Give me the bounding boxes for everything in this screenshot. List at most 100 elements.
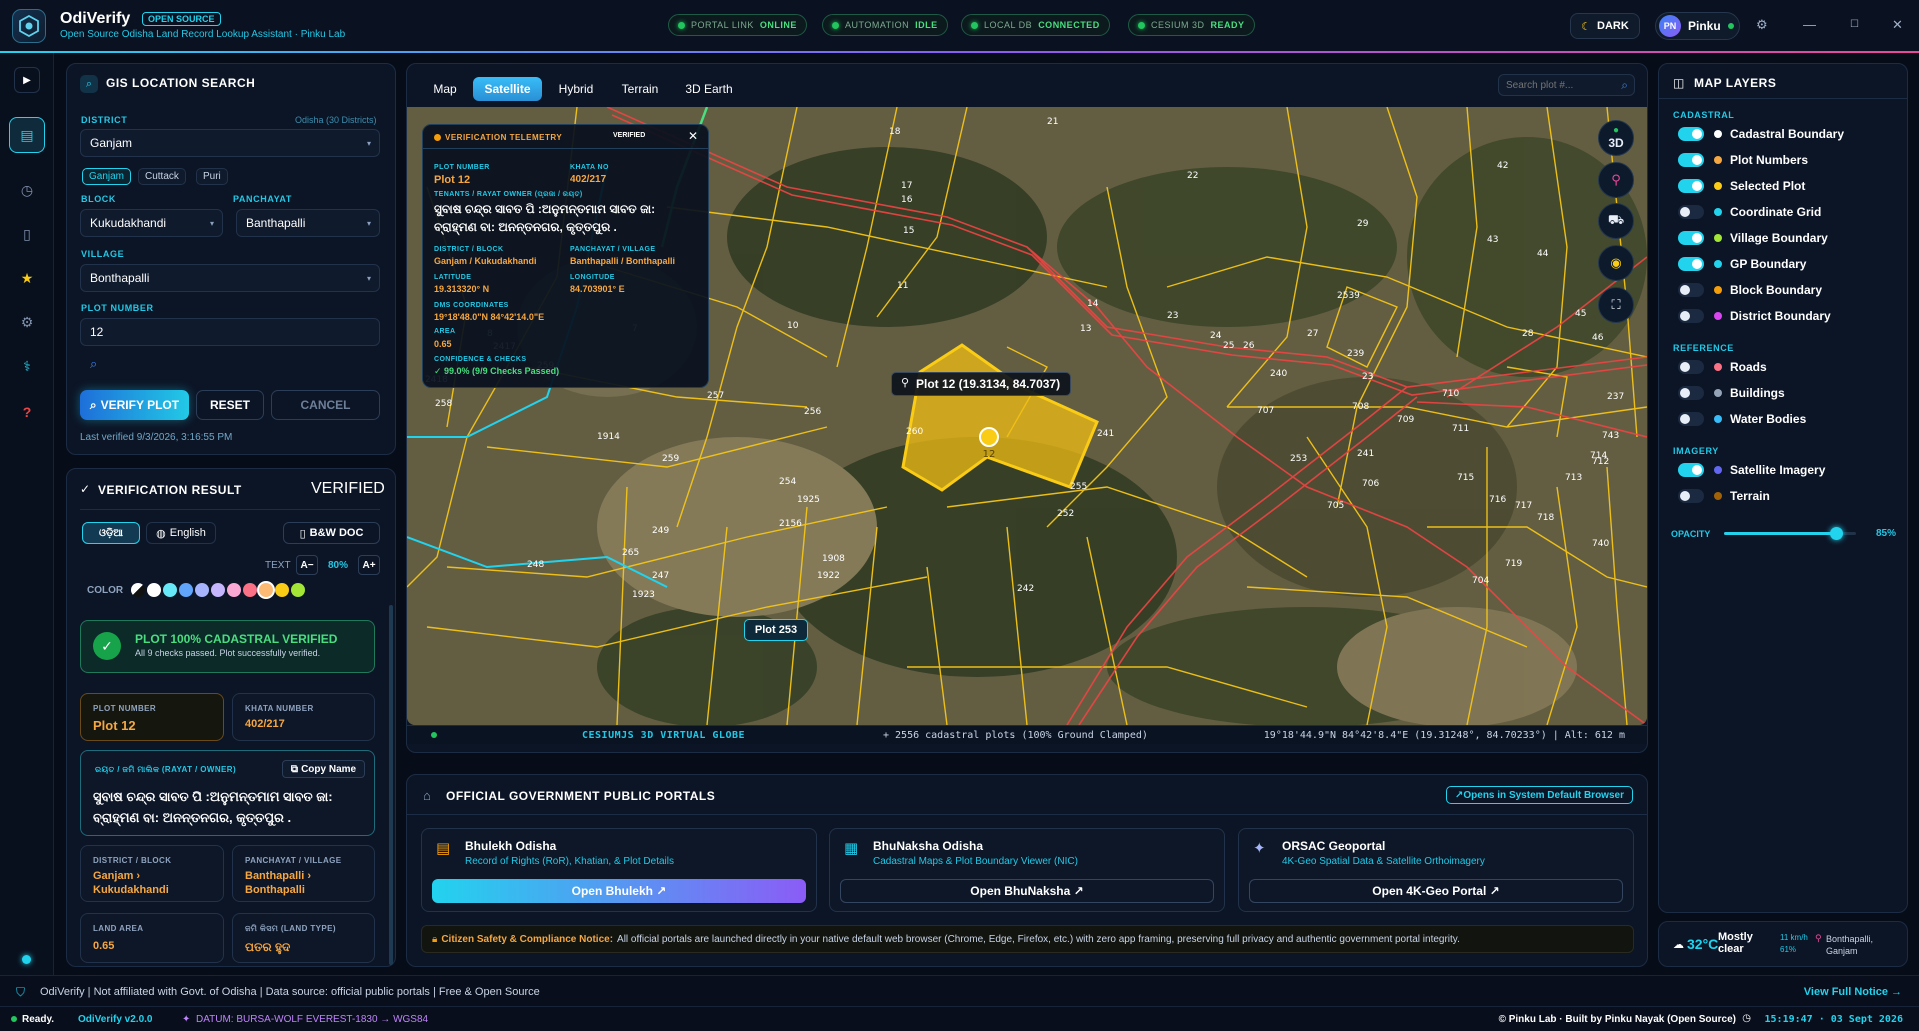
expand-rail-icon[interactable]: ▶ (14, 67, 40, 93)
layer-toggle-row[interactable]: District Boundary (1678, 307, 1831, 325)
open-orsac-button[interactable]: Open 4K-Geo Portal ↗ (1249, 879, 1623, 903)
layer-toggle-row[interactable]: Satellite Imagery (1678, 461, 1825, 479)
layer-toggle-row[interactable]: Terrain (1678, 487, 1770, 505)
lang-english-button[interactable]: ◍ English (146, 522, 216, 544)
tab-3d-earth[interactable]: 3D Earth (674, 77, 744, 101)
verify-plot-button[interactable]: ⌕ VERIFY PLOT (80, 390, 189, 420)
open-bhulekh-button[interactable]: Open Bhulekh ↗ (432, 879, 806, 903)
theme-toggle-button[interactable]: ☾ DARK (1570, 13, 1640, 39)
lang-odia-button[interactable]: ଓଡ଼ିଆ (82, 522, 140, 544)
color-swatch[interactable] (163, 583, 177, 597)
layer-toggle-row[interactable]: Buildings (1678, 384, 1785, 402)
scrollbar[interactable] (389, 605, 393, 965)
color-swatch[interactable] (211, 583, 225, 597)
layer-toggle-row[interactable]: Selected Plot (1678, 177, 1805, 195)
layer-toggle-row[interactable]: Water Bodies (1678, 410, 1806, 428)
layer-toggle-row[interactable]: Block Boundary (1678, 281, 1822, 299)
plot-253-label[interactable]: Plot 253 (744, 619, 808, 641)
layer-toggle-row[interactable]: GP Boundary (1678, 255, 1806, 273)
color-swatch[interactable] (291, 583, 305, 597)
view-full-notice-link[interactable]: View Full Notice → (1804, 986, 1902, 998)
map-book-icon[interactable]: ▤ (9, 117, 45, 153)
toggle-switch[interactable] (1678, 153, 1704, 167)
district-chip-ganjam[interactable]: Ganjam (82, 168, 132, 185)
map-search-box[interactable]: ⌕ (1498, 74, 1635, 96)
toggle-switch[interactable] (1678, 205, 1704, 219)
reset-button[interactable]: RESET (196, 390, 264, 420)
color-swatch[interactable] (259, 583, 273, 597)
fullscreen-icon[interactable]: ⛶ (1598, 287, 1634, 323)
toggle-knob (1680, 388, 1690, 398)
plot-tooltip: ⚲ Plot 12 (19.3134, 84.7037) (891, 372, 1072, 396)
location-pin-icon[interactable]: ⚲ (1598, 162, 1634, 198)
gear-icon[interactable]: ⚙ (1756, 17, 1768, 33)
toggle-switch[interactable] (1678, 463, 1704, 477)
tab-hybrid[interactable]: Hybrid (546, 77, 606, 101)
toggle-switch[interactable] (1678, 489, 1704, 503)
village-select[interactable]: Bonthapalli ▾ (80, 264, 380, 292)
user-menu-button[interactable]: PN Pinku (1655, 12, 1740, 40)
layer-toggle-row[interactable]: Village Boundary (1678, 229, 1828, 247)
open-bhunaksha-button[interactable]: Open BhuNaksha ↗ (840, 879, 1214, 903)
layer-label: Buildings (1730, 386, 1785, 400)
minimize-icon[interactable]: — (1803, 17, 1816, 32)
vehicle-icon[interactable]: ⛟ (1598, 203, 1634, 239)
stethoscope-icon[interactable]: ⚕ (14, 353, 40, 379)
color-swatch[interactable] (227, 583, 241, 597)
layer-toggle-row[interactable]: Cadastral Boundary (1678, 125, 1844, 143)
color-swatch[interactable] (243, 583, 257, 597)
block-select[interactable]: Kukudakhandi ▾ (80, 209, 223, 237)
contrast-swatch[interactable] (131, 583, 145, 597)
district-chip-cuttack[interactable]: Cuttack (138, 168, 186, 185)
layer-toggle-row[interactable]: Coordinate Grid (1678, 203, 1821, 221)
connection-indicator-icon (22, 955, 31, 964)
search-icon[interactable]: ⌕ (1621, 78, 1628, 93)
plot-number-label: 706 (1362, 479, 1379, 489)
map-search-input[interactable] (1506, 78, 1611, 93)
toggle-switch[interactable] (1678, 231, 1704, 245)
opacity-slider[interactable] (1724, 527, 1856, 540)
toggle-switch[interactable] (1678, 127, 1704, 141)
toggle-switch[interactable] (1678, 386, 1704, 400)
toggle-switch[interactable] (1678, 257, 1704, 271)
document-icon[interactable]: ▯ (14, 221, 40, 247)
close-icon[interactable]: ✕ (688, 129, 698, 143)
toggle-switch[interactable] (1678, 179, 1704, 193)
3d-toggle-button[interactable]: ● 3D (1598, 120, 1634, 156)
plot-marker-icon[interactable] (979, 427, 999, 447)
help-icon[interactable]: ? (14, 399, 40, 425)
toggle-switch[interactable] (1678, 283, 1704, 297)
compass-icon[interactable]: ◉ (1598, 245, 1634, 281)
text-decrease-button[interactable]: A− (296, 555, 318, 575)
layer-toggle-row[interactable]: Roads (1678, 358, 1767, 376)
toggle-switch[interactable] (1678, 360, 1704, 374)
plot-number-label: 24 (1210, 331, 1222, 341)
toggle-switch[interactable] (1678, 412, 1704, 426)
tab-terrain[interactable]: Terrain (610, 77, 670, 101)
district-chip-puri[interactable]: Puri (196, 168, 228, 185)
telemetry-label: PANCHAYAT / VILLAGE (570, 246, 656, 253)
color-swatch[interactable] (147, 583, 161, 597)
settings-icon[interactable]: ⚙ (14, 309, 40, 335)
toggle-switch[interactable] (1678, 309, 1704, 323)
color-swatch[interactable] (275, 583, 289, 597)
color-swatch[interactable] (179, 583, 193, 597)
search-icon[interactable]: ⌕ (90, 356, 97, 372)
last-verified-text: Last verified 9/3/2026, 3:16:55 PM (80, 432, 233, 443)
layer-label: Terrain (1730, 489, 1770, 503)
cancel-button[interactable]: CANCEL (271, 390, 380, 420)
history-icon[interactable]: ◷ (14, 177, 40, 203)
color-swatch[interactable] (195, 583, 209, 597)
star-icon[interactable]: ★ (14, 265, 40, 291)
district-select[interactable]: Ganjam ▾ (80, 129, 380, 157)
plot-number-input[interactable]: 12 (80, 318, 380, 346)
copy-name-button[interactable]: ⧉ Copy Name (282, 760, 365, 778)
panchayat-select[interactable]: Banthapalli ▾ (236, 209, 380, 237)
maximize-icon[interactable]: ☐ (1850, 19, 1859, 30)
text-increase-button[interactable]: A+ (358, 555, 380, 575)
close-window-icon[interactable]: ✕ (1892, 17, 1903, 33)
tab-map[interactable]: Map (418, 77, 472, 101)
layer-toggle-row[interactable]: Plot Numbers (1678, 151, 1808, 169)
tab-satellite[interactable]: Satellite (473, 77, 542, 101)
bw-doc-button[interactable]: ▯ B&W DOC (283, 522, 380, 544)
